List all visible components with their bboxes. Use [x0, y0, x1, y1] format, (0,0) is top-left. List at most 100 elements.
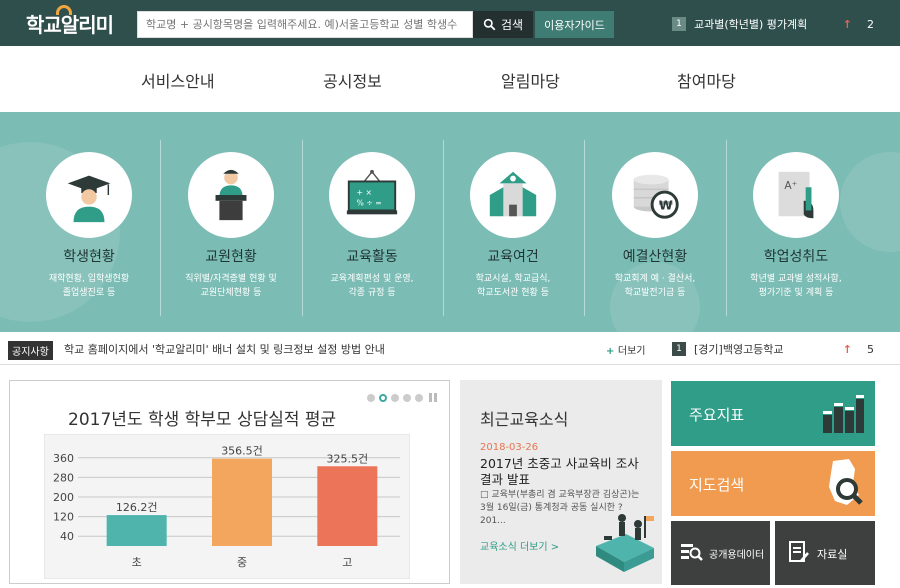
news-more-link[interactable]: 교육소식 더보기 > — [480, 538, 559, 553]
key-indicators-tile[interactable]: 주요지표 — [671, 381, 875, 446]
rank-number: 1 — [672, 17, 686, 31]
x-category-label: 초 — [132, 556, 142, 569]
category-budget[interactable]: ₩ 예결산현황 학교회계 예 · 결산서, 학교발전기금 등 — [590, 152, 720, 300]
tile-label: 지도검색 — [689, 476, 745, 494]
notice-badge: 공지사항 — [8, 341, 53, 360]
nav-item-notice[interactable]: 알림마당 — [501, 68, 560, 92]
carousel-dot[interactable] — [391, 393, 399, 402]
category-activity[interactable]: + × % ÷ = 교육활동 교육계획편성 및 운영, 각종 규정 등 — [307, 152, 437, 300]
rank-number: 1 — [672, 342, 686, 356]
y-tick-label: 360 — [53, 452, 74, 465]
category-desc-line: 학교도서관 현황 등 — [477, 288, 549, 298]
category-desc-line: 학년별 교과별 성적사항, — [750, 274, 842, 284]
divider — [726, 140, 727, 316]
carousel-indicators — [367, 393, 437, 402]
category-desc-line: 교원단체현황 등 — [200, 288, 262, 298]
news-section-title: 최근교육소식 — [480, 410, 569, 429]
x-category-label: 고 — [342, 556, 352, 569]
top-bar: 학교알리미 검색 이용자가이드 1 교과별(학년별) 평가계획 ↑ 2 — [0, 0, 900, 46]
rank-label: 교과별(학년별) 평가계획 — [694, 18, 808, 31]
tile-label: 주요지표 — [689, 406, 745, 424]
category-title: 교육여건 — [487, 249, 539, 265]
library-tile[interactable]: 자료실 — [775, 521, 875, 585]
notice-link[interactable]: 학교 홈페이지에서 '학교알리미' 배너 설치 및 링크정보 설정 방법 안내 — [64, 341, 385, 357]
divider — [160, 140, 161, 316]
svg-text:₩: ₩ — [659, 198, 673, 213]
category-icon-circle: + × % ÷ = — [329, 152, 415, 238]
tile-label: 자료실 — [817, 548, 848, 561]
category-icon-circle: A⁺ — [753, 152, 839, 238]
category-desc-line: 학교시설, 학교급식, — [475, 274, 551, 284]
y-tick-label: 200 — [53, 491, 74, 504]
search-button[interactable]: 검색 — [473, 11, 533, 38]
category-title: 학생현황 — [63, 249, 115, 265]
chart-card: 2017년도 학생 학부모 상담실적 평균 40 120 200 280 360 126.… — [9, 380, 450, 584]
graduation-illustration — [596, 514, 654, 572]
category-desc-line: 학교발전기금 등 — [624, 288, 686, 298]
category-desc-line: 평가기준 및 계획 등 — [758, 288, 834, 298]
top-rank-ticker[interactable]: 1 교과별(학년별) 평가계획 ↑ 2 — [672, 16, 892, 32]
carousel-dot[interactable] — [367, 393, 375, 402]
category-desc-line: 교육계획편성 및 운영, — [330, 274, 414, 284]
notice-more-label: 더보기 — [617, 346, 646, 357]
x-category-label: 중 — [237, 556, 247, 569]
nav-item-disclosure[interactable]: 공시정보 — [323, 68, 382, 92]
category-desc-line: 학교회계 예 · 결산서, — [614, 274, 696, 284]
map-search-icon — [829, 459, 863, 505]
divider — [443, 140, 444, 316]
category-title: 예결산현황 — [622, 249, 688, 265]
nav-item-service[interactable]: 서비스안내 — [141, 68, 215, 92]
svg-text:% ÷ =: % ÷ = — [357, 199, 382, 208]
carousel-dot[interactable] — [403, 393, 411, 402]
bar-value-label: 325.5건 — [327, 452, 369, 465]
notice-more-link[interactable]: + 더보기 — [606, 342, 645, 357]
notice-bar: 공지사항 학교 홈페이지에서 '학교알리미' 배너 설치 및 링크정보 설정 방… — [0, 332, 900, 365]
svg-text:+ ×: + × — [357, 188, 372, 197]
bar-value-label: 356.5건 — [221, 445, 263, 458]
category-student[interactable]: 학생현황 재학현황, 입학생현황졸업생진로 등 — [24, 152, 154, 300]
category-desc: 교육계획편성 및 운영, 각종 규정 등 — [307, 272, 437, 300]
school-rank-ticker[interactable]: 1 [경기]백영고등학교 ↑ 5 — [672, 341, 892, 357]
category-icon-circle — [470, 152, 556, 238]
category-desc: 학교회계 예 · 결산서, 학교발전기금 등 — [590, 272, 720, 300]
rank-up-arrow-icon: ↑ — [842, 17, 852, 31]
category-desc: 재학현황, 입학생현황졸업생진로 등 — [24, 272, 154, 300]
plus-icon: + — [606, 346, 618, 357]
database-search-icon — [681, 544, 703, 561]
site-logo[interactable]: 학교알리미 — [26, 9, 114, 38]
category-environment[interactable]: 교육여건 학교시설, 학교급식, 학교도서관 현황 등 — [448, 152, 578, 300]
chart-bar — [106, 515, 167, 546]
category-title: 교원현황 — [205, 249, 257, 265]
category-icon-circle: ₩ — [612, 152, 698, 238]
open-data-tile[interactable]: 공개용데이터 — [671, 521, 770, 585]
tile-label: 공개용데이터 — [709, 550, 765, 561]
category-hero: 학생현황 재학현황, 입학생현황졸업생진로 등 교원현황 직위별/자격증별 현황… — [0, 112, 900, 332]
search-icon — [483, 18, 496, 31]
pause-icon[interactable] — [429, 393, 437, 402]
map-search-tile[interactable]: 지도검색 — [671, 451, 875, 516]
search-button-label: 검색 — [500, 18, 524, 32]
news-headline[interactable]: 2017년 초중고 사교육비 조사 결과 발표 — [480, 456, 650, 488]
user-guide-button[interactable]: 이용자가이드 — [535, 11, 614, 38]
category-desc: 학교시설, 학교급식, 학교도서관 현황 등 — [448, 272, 578, 300]
rank-up-arrow-icon: ↑ — [842, 342, 852, 356]
search-input[interactable] — [138, 12, 472, 37]
category-desc-line: 재학현황, 입학생현황 — [48, 274, 130, 284]
category-achievement[interactable]: A⁺ 학업성취도 학년별 교과별 성적사항, 평가기준 및 계획 등 — [731, 152, 861, 300]
category-icon-circle — [188, 152, 274, 238]
category-teacher[interactable]: 교원현황 직위별/자격증별 현황 및 교원단체현황 등 — [166, 152, 296, 300]
chart-bar — [317, 466, 378, 546]
search-box[interactable] — [137, 11, 473, 38]
coins-won-icon: ₩ — [633, 174, 679, 219]
blackboard-icon: + × % ÷ = — [346, 169, 398, 215]
news-card: 최근교육소식 2018-03-26 2017년 초중고 사교육비 조사 결과 발… — [460, 380, 662, 584]
carousel-dot[interactable] — [415, 393, 423, 402]
nav-item-participation[interactable]: 참여마당 — [677, 68, 736, 92]
divider — [302, 140, 303, 316]
rank-label: [경기]백영고등학교 — [694, 343, 784, 356]
category-desc-line: 졸업생진로 등 — [62, 288, 116, 298]
carousel-dot-active[interactable] — [379, 393, 387, 402]
bar-chart: 40 120 200 280 360 126.2건초 356.5건중 325.5건고 — [44, 434, 410, 579]
news-date: 2018-03-26 — [480, 442, 539, 453]
y-tick-label: 120 — [53, 511, 74, 524]
